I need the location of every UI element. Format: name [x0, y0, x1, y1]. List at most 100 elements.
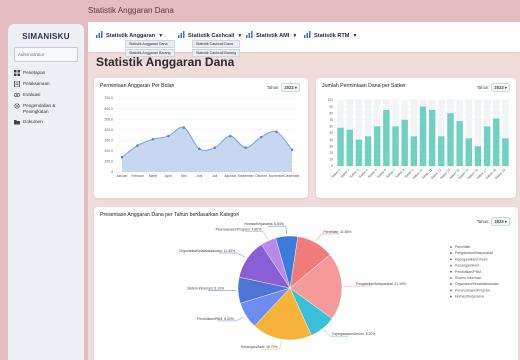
- slice-label: Sistem Informasi: 8.10%: [187, 287, 224, 291]
- main-content: Statistik Anggaran ▼ Statistik Anggaran …: [88, 22, 520, 360]
- legend-bullet: [450, 264, 452, 267]
- slice-label: Pengabdian/Masyarakat: 21.10%: [356, 282, 406, 286]
- role-field[interactable]: Administrator: [14, 47, 78, 62]
- x-tick-label: April: [165, 174, 172, 178]
- sidebar-item-label: Pelaksanaan: [23, 81, 50, 86]
- line-chart-card: Permintaan Anggaran Per Bulan Tahun: 202…: [94, 78, 308, 198]
- slice-label: Perencanaan/Program: 4.80%: [216, 228, 262, 232]
- data-point: [213, 146, 217, 149]
- menu-statistik-anggaran[interactable]: Statistik Anggaran ▼: [96, 31, 163, 40]
- x-tick-label: Juli: [212, 174, 217, 178]
- menu-statistik-cashcall[interactable]: Statistik Cashcall ▼: [178, 31, 242, 40]
- y-tick-label: 600,0: [105, 107, 114, 111]
- bar-chart-icon: [178, 31, 185, 40]
- legend-bullet: [450, 246, 452, 248]
- data-point: [120, 155, 124, 159]
- data-point: [290, 148, 294, 152]
- legend-item: Humas/Kerjasama: [455, 295, 484, 299]
- legend-bullet: [450, 270, 452, 273]
- sidebar-item-dokumen[interactable]: Dokumen: [14, 119, 78, 125]
- data-point: [136, 144, 139, 147]
- y-tick-label: 40: [329, 138, 333, 142]
- legend-bullet: [450, 277, 452, 279]
- x-tick-label: Oktober: [255, 174, 268, 178]
- y-tick-label: 400,0: [105, 128, 114, 132]
- label-leader-line: [316, 233, 340, 242]
- x-tick-label: November: [269, 174, 285, 178]
- y-tick-label: 50: [329, 131, 333, 135]
- sidebar-item-label: Dokumen: [23, 119, 43, 124]
- chevron-down-icon: ▼: [237, 32, 243, 39]
- y-tick-label: 200,0: [105, 149, 114, 153]
- x-tick-label: September: [238, 174, 255, 178]
- card-title: Jumlah Permintaan Dana per Satker: [322, 83, 406, 89]
- y-tick-label: 500,0: [105, 117, 114, 121]
- bar: [419, 106, 427, 166]
- topbar-title: Statistik Anggaran Dana: [88, 6, 174, 15]
- sidebar-item-evaluasi[interactable]: Evaluasi: [13, 92, 78, 98]
- submenu-item[interactable]: Statistik Cashcall Dana: [192, 40, 240, 48]
- bar: [428, 109, 436, 166]
- chevron-down-icon: ▼: [292, 32, 298, 39]
- slice-label: Pendidikan/PBM: 8.30%: [197, 317, 234, 321]
- pie-chart-card: Presentase Anggaran Dana per Tahun berda…: [94, 207, 518, 360]
- bar: [438, 136, 445, 166]
- bar: [465, 138, 472, 166]
- data-point: [259, 135, 263, 139]
- legend-bullet: [450, 289, 452, 292]
- menu-statistik-rtm[interactable]: Statistik RTM ▼: [304, 31, 357, 40]
- bar: [502, 138, 509, 166]
- line-chart: 0 100,0 200,0 300,0 400,0 500,0 600,0 700,0 Janu…: [105, 96, 301, 178]
- sidebar-item-label: Penetapan: [23, 70, 46, 75]
- x-tick-label: Juni: [196, 174, 202, 178]
- x-tick-label: Mei: [181, 174, 187, 178]
- sidebar-item-pengendalian[interactable]: Pengendalian & Peningkatan: [14, 103, 78, 114]
- sidebar-item-penetapan[interactable]: Penetapan: [14, 70, 78, 76]
- y-tick-label: 0: [331, 164, 333, 168]
- sidebar: SIMANISKU Administrator Penetapan Pelaksa…: [8, 24, 84, 360]
- bar: [493, 118, 500, 166]
- bar: [456, 121, 463, 166]
- sidebar-item-label: Evaluasi: [23, 92, 41, 97]
- legend-item: Penelitian: [455, 245, 470, 249]
- x-tick-label: Desember: [284, 174, 300, 178]
- y-tick-label: 300,0: [105, 138, 114, 142]
- bar: [447, 113, 454, 166]
- page-title: Statistik Anggaran Dana: [96, 55, 235, 69]
- data-point: [244, 146, 247, 149]
- bar: [401, 119, 408, 166]
- legend-bullet: [450, 283, 452, 286]
- slice-label: Keuangan/Aset: 18.70%: [241, 345, 278, 349]
- card-title: Presentase Anggaran Dana per Tahun berda…: [100, 212, 240, 218]
- label-leader-line: [219, 252, 246, 258]
- y-tick-label: 90: [329, 105, 333, 109]
- legend-bullet: [450, 258, 452, 261]
- bar-chart: 0102030405060708090100Satker 1Satker 2Sa…: [327, 98, 510, 180]
- bar: [483, 126, 491, 166]
- legend-item: Perencanaan/Program: [455, 288, 490, 292]
- y-tick-label: 100: [327, 98, 333, 102]
- top-navbar: Statistik Anggaran ▼ Statistik Anggaran …: [88, 22, 520, 57]
- legend-item: Pendidikan/PBM: [455, 270, 481, 274]
- y-tick-label: 100,0: [105, 160, 114, 164]
- sidebar-item-pelaksanaan[interactable]: Pelaksanaan: [14, 80, 78, 88]
- submenu-item[interactable]: Statistik Anggaran Dana: [125, 40, 175, 48]
- sidebar-nav: Penetapan Pelaksanaan Evaluasi Pengendalian…: [8, 70, 84, 125]
- bar: [346, 129, 353, 166]
- legend-item: Organisasi/Ketatalaksanaan: [455, 282, 499, 286]
- bar: [383, 109, 390, 166]
- card-title: Permintaan Anggaran Per Bulan: [100, 83, 175, 89]
- label-leader-line: [267, 225, 287, 235]
- bar-chart-icon: [246, 31, 253, 40]
- legend-bullet: [450, 295, 452, 298]
- bar: [355, 139, 363, 166]
- y-tick-label: 700,0: [105, 96, 114, 100]
- grid-icon: [14, 70, 20, 76]
- x-tick-label: Maret: [149, 174, 158, 178]
- label-leader-line: [245, 231, 268, 240]
- folder-icon: [14, 119, 20, 125]
- y-tick-label: 20: [329, 151, 333, 155]
- menu-statistik-ami[interactable]: Statistik AMI ▼: [246, 31, 297, 40]
- bar: [410, 136, 418, 166]
- legend-item: Pengabdian/Masyarakat: [455, 251, 493, 255]
